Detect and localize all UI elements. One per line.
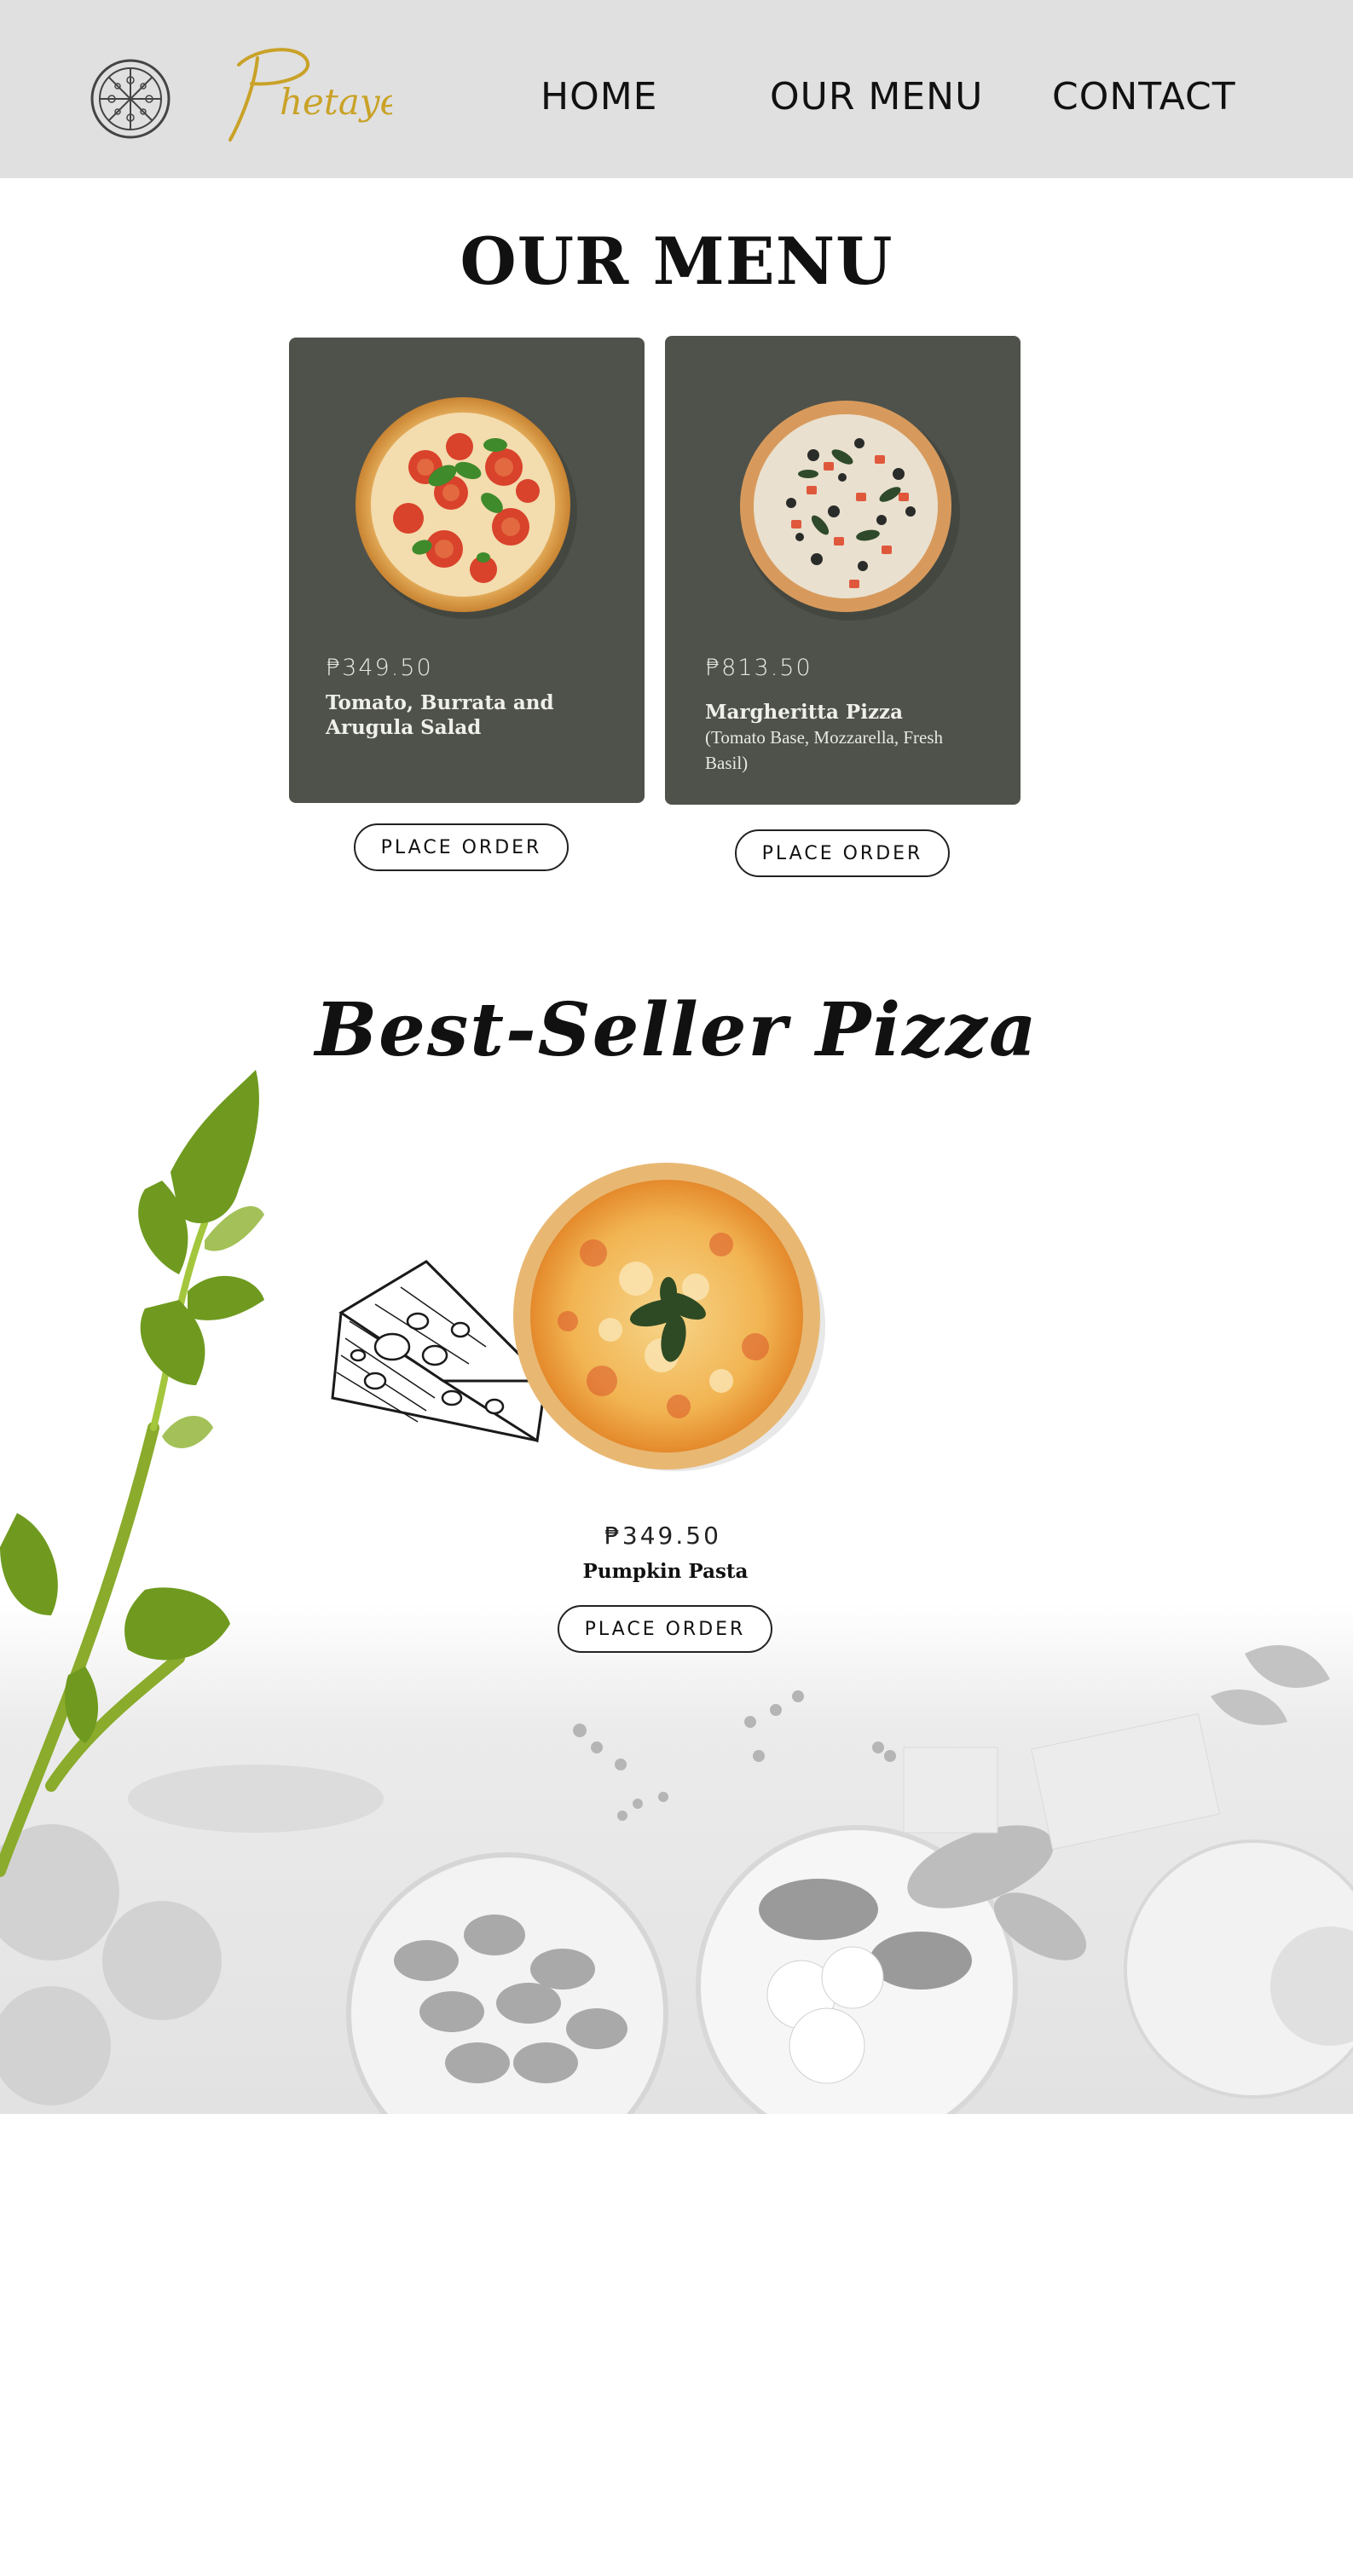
item-price: ₱813.50 xyxy=(705,655,812,681)
best-seller-name: Pumpkin Pasta xyxy=(582,1560,749,1583)
item-description: (Tomato Base, Mozzarella, Fresh Basil) xyxy=(705,727,944,773)
nav-our-menu-link[interactable]: OUR MENU xyxy=(770,75,983,118)
nav-home-link[interactable]: HOME xyxy=(541,75,657,118)
site-header: hetayer HOME OUR MENU CONTACT xyxy=(0,0,1353,178)
item-price: ₱349.50 xyxy=(326,655,433,681)
pizza-logo-icon[interactable] xyxy=(90,58,171,140)
our-menu-title: OUR MENU xyxy=(460,223,893,299)
menu-card-1: ₱349.50 Tomato, Burrata and Arugula Sala… xyxy=(289,338,645,803)
margherita-pizza-image xyxy=(740,401,960,621)
best-seller-pizza-image xyxy=(513,1163,825,1471)
item-name: Tomato, Burrata and Arugula Salad xyxy=(326,691,554,739)
celery-leaves-image xyxy=(0,1070,264,1877)
nav-contact-link[interactable]: CONTACT xyxy=(1052,75,1236,118)
tomato-pizza-image xyxy=(356,397,577,619)
item-name: Margheritta Pizza xyxy=(705,701,903,724)
menu-card-2: ₱813.50 Margheritta Pizza (Tomato Base, … xyxy=(665,336,1021,805)
best-seller-price: ₱349.50 xyxy=(604,1522,721,1550)
best-seller-title: Best-Seller Pizza xyxy=(315,987,1038,1073)
svg-text:hetayer: hetayer xyxy=(280,81,392,123)
brand-logo-wordmark[interactable]: hetayer xyxy=(205,39,392,150)
place-order-button-1[interactable]: PLACE ORDER xyxy=(354,823,569,871)
place-order-button-2[interactable]: PLACE ORDER xyxy=(735,829,950,877)
place-order-button-best-seller[interactable]: PLACE ORDER xyxy=(558,1605,772,1653)
